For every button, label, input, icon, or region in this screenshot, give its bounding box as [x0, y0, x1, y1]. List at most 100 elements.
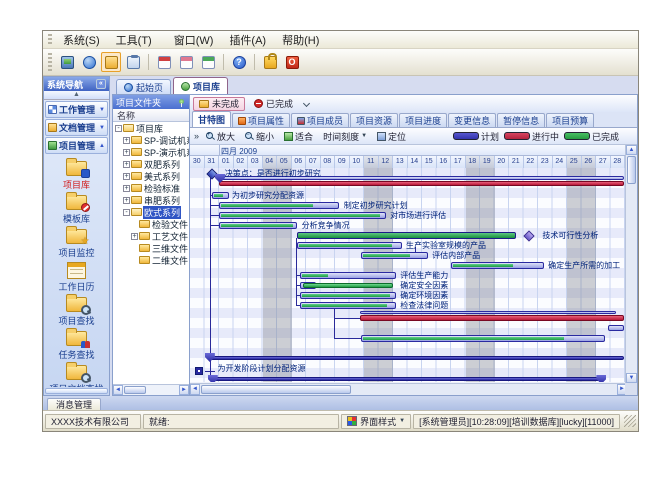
- interface-style-button[interactable]: 界面样式 ▼: [341, 414, 411, 429]
- day-header-cell[interactable]: 10: [350, 156, 365, 168]
- sidebar-item-任务查找[interactable]: 任务查找: [44, 329, 109, 362]
- gantt-bar[interactable]: [361, 252, 428, 259]
- sidebar-item-模板库[interactable]: 模板库: [44, 193, 109, 226]
- sidebar-item-项目文档查找[interactable]: 项目文档查找: [44, 363, 109, 387]
- panel-overflow-chevron-icon[interactable]: [302, 99, 311, 108]
- tree-item-串肥系列[interactable]: +串肥系列: [113, 194, 189, 206]
- gantt-milestone[interactable]: [524, 230, 535, 241]
- gantt-bar[interactable]: [209, 356, 624, 360]
- gantt-bar[interactable]: [360, 315, 625, 321]
- gantt-scroll-left-arrow[interactable]: ◄: [190, 384, 200, 395]
- toolbar-overflow-button[interactable]: »: [194, 131, 199, 141]
- tree-item-二维文件[interactable]: 二维文件: [113, 254, 189, 266]
- gantt-bar[interactable]: [303, 283, 393, 288]
- toolbar-grip[interactable]: [48, 53, 52, 71]
- gantt-tab-甘特图[interactable]: 甘特图: [192, 111, 231, 127]
- day-header-cell[interactable]: 31: [205, 156, 220, 168]
- day-header-cell[interactable]: 28: [611, 156, 626, 168]
- tree-item-美式系列[interactable]: +美式系列: [113, 170, 189, 182]
- day-header-cell[interactable]: 09: [335, 156, 350, 168]
- tree-item-双肥系列[interactable]: +双肥系列: [113, 158, 189, 170]
- tool-时间刻度[interactable]: 时间刻度▼: [320, 129, 370, 144]
- tab-起始页[interactable]: 起始页: [116, 79, 171, 94]
- lock-button[interactable]: [260, 52, 280, 72]
- menu-item[interactable]: 窗口(W): [166, 31, 222, 49]
- sidebar-item-项目库[interactable]: 项目库: [44, 159, 109, 192]
- expand-box-icon[interactable]: +: [123, 149, 130, 156]
- gantt-bar[interactable]: [212, 192, 229, 199]
- gantt-scroll-up-arrow[interactable]: ▲: [626, 145, 637, 155]
- sidebar-partial-group[interactable]: [45, 388, 108, 394]
- day-header-cell[interactable]: 17: [451, 156, 466, 168]
- tree-scroll-right-arrow[interactable]: ►: [179, 385, 189, 395]
- sidebar-group-工作管理[interactable]: 工作管理▼: [45, 101, 108, 118]
- filter-已完成[interactable]: 已完成: [248, 97, 299, 111]
- menu-item[interactable]: 工具(T): [108, 31, 160, 49]
- calendar-green-button[interactable]: [198, 52, 218, 72]
- day-header-cell[interactable]: 01: [219, 156, 234, 168]
- menu-item[interactable]: 帮助(H): [274, 31, 327, 49]
- globe-button[interactable]: [79, 52, 99, 72]
- tree-item-SP-演示机系[interactable]: +SP-演示机系: [113, 146, 189, 158]
- gantt-milestone[interactable]: [205, 353, 215, 362]
- day-header-cell[interactable]: 30: [190, 156, 205, 168]
- gantt-bar[interactable]: [300, 302, 396, 309]
- day-header-cell[interactable]: 24: [553, 156, 568, 168]
- menu-grip[interactable]: [48, 34, 52, 46]
- day-header-cell[interactable]: 14: [408, 156, 423, 168]
- day-header-cell[interactable]: 11: [364, 156, 379, 168]
- gantt-bar[interactable]: [219, 222, 297, 229]
- help-button[interactable]: ?: [229, 52, 249, 72]
- clipboard-button[interactable]: [123, 52, 143, 72]
- expand-box-icon[interactable]: +: [123, 197, 130, 204]
- expand-box-icon[interactable]: +: [123, 173, 130, 180]
- tree-item-检验文件[interactable]: 检验文件: [113, 218, 189, 230]
- tree-item-工艺文件[interactable]: +工艺文件: [113, 230, 189, 242]
- tab-项目库[interactable]: 项目库: [173, 77, 228, 94]
- tree-hscroll-thumb[interactable]: [124, 386, 146, 394]
- day-header-cell[interactable]: 06: [292, 156, 307, 168]
- open-folder-button[interactable]: [101, 52, 121, 72]
- tool-放大[interactable]: +放大: [203, 129, 238, 144]
- tree-column-header[interactable]: 名称: [113, 109, 189, 122]
- gantt-bar[interactable]: [300, 272, 396, 279]
- gantt-bar[interactable]: [451, 262, 544, 269]
- gantt-tab-变更信息[interactable]: 变更信息: [448, 113, 496, 127]
- gantt-bar[interactable]: [300, 292, 396, 299]
- gantt-tab-项目属性[interactable]: 项目属性: [232, 113, 290, 127]
- gantt-hscroll-thumb[interactable]: [201, 385, 351, 394]
- gantt-bar[interactable]: [360, 311, 617, 314]
- expand-box-icon[interactable]: +: [131, 233, 138, 240]
- day-header-cell[interactable]: 25: [567, 156, 582, 168]
- menu-item[interactable]: 系统(S): [55, 31, 108, 49]
- day-header-cell[interactable]: 26: [582, 156, 597, 168]
- gantt-hscrollbar[interactable]: ◄ ►: [190, 383, 627, 395]
- day-header-cell[interactable]: 12: [379, 156, 394, 168]
- day-header-cell[interactable]: 07: [306, 156, 321, 168]
- tree-item-三维文件[interactable]: 三维文件: [113, 242, 189, 254]
- gantt-tab-暂停信息[interactable]: 暂停信息: [497, 113, 545, 127]
- tree-item-项目库[interactable]: -项目库: [113, 122, 189, 134]
- gantt-tab-项目进度[interactable]: 项目进度: [399, 113, 447, 127]
- gantt-bar[interactable]: [361, 335, 605, 342]
- gantt-bar[interactable]: [212, 377, 602, 381]
- expand-box-icon[interactable]: +: [123, 161, 130, 168]
- sidebar-group-文档管理[interactable]: 文档管理▼: [45, 119, 108, 136]
- tool-定位[interactable]: 定位: [374, 129, 409, 144]
- day-header-cell[interactable]: 22: [524, 156, 539, 168]
- gantt-tab-项目成员[interactable]: 项目成员: [291, 113, 349, 127]
- day-header-cell[interactable]: 15: [422, 156, 437, 168]
- sidebar-collapse-strip[interactable]: ▲: [44, 91, 109, 100]
- expand-box-icon[interactable]: +: [123, 185, 130, 192]
- day-header-cell[interactable]: 08: [321, 156, 336, 168]
- tool-缩小[interactable]: −缩小: [242, 129, 277, 144]
- sidebar-item-项目查找[interactable]: 项目查找: [44, 295, 109, 328]
- gantt-bar[interactable]: [297, 232, 516, 239]
- gantt-bar[interactable]: [219, 181, 624, 186]
- tree-hscrollbar[interactable]: ◄ ►: [113, 384, 189, 395]
- day-header-cell[interactable]: 05: [277, 156, 292, 168]
- gantt-scroll-down-arrow[interactable]: ▼: [626, 373, 637, 383]
- sidebar-item-工作日历[interactable]: 工作日历: [44, 261, 109, 294]
- message-management-tab[interactable]: 消息管理: [47, 398, 101, 410]
- day-header-cell[interactable]: 23: [538, 156, 553, 168]
